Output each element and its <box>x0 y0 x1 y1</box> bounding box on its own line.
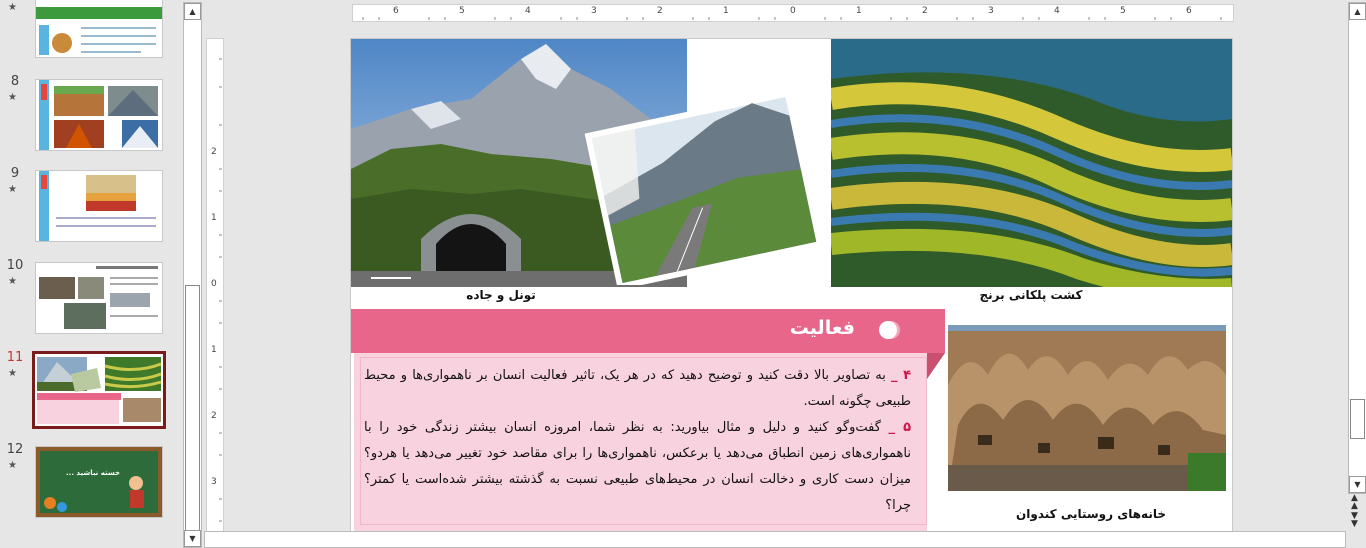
ruler-label: 3 <box>988 6 994 16</box>
ruler-label: 2 <box>657 6 663 16</box>
thumbnail-scrollbar[interactable]: ▲ ▼ <box>183 2 202 548</box>
previous-slide-icon[interactable]: ▲ ▲ <box>1351 494 1358 511</box>
ruler-label: 2 <box>211 411 217 421</box>
thumbnail-scroll-thumb[interactable] <box>185 285 200 533</box>
ruler-label: 0 <box>790 6 796 16</box>
horizontal-ruler[interactable]: 6 5 4 3 2 1 0 1 2 3 4 5 6 <box>352 4 1234 22</box>
rice-terraces-photo[interactable] <box>831 39 1232 287</box>
slide-number: 9 <box>10 166 20 181</box>
slide-thumbnail-11-selected[interactable] <box>32 351 166 429</box>
slide-thumbnail-8[interactable] <box>35 79 163 151</box>
caption-rice-terraces: کشت پلکانی برنج <box>979 288 1083 302</box>
ruler-label: 2 <box>922 6 928 16</box>
scroll-up-icon[interactable]: ▲ <box>184 3 201 20</box>
activity-item-5: ۵ _ گفت‌وگو کنید و دلیل و مثال بیاورید: … <box>364 415 911 519</box>
ruler-label: 2 <box>211 147 217 157</box>
slide-canvas[interactable]: تونل و جاده کشت پلکانی برنج فعالیت ۴ _ ب… <box>350 38 1233 535</box>
slide-number: 12 <box>6 442 24 457</box>
ruler-label: 1 <box>723 6 729 16</box>
scroll-up-icon[interactable]: ▲ <box>1349 3 1366 20</box>
slide-thumbnail-10[interactable] <box>35 262 163 334</box>
activity-banner: فعالیت <box>351 309 945 353</box>
slide-number: 10 <box>6 258 24 273</box>
caption-kandovan-village: خانه‌های روستایی کندوان <box>1016 507 1166 521</box>
activity-textbox[interactable]: ۴ _ به تصاویر بالا دقت کنید و توضیح دهید… <box>354 353 927 531</box>
thumb-12-text: خسته نباشید ... <box>66 469 121 477</box>
slide-star-icon: ★ <box>8 460 17 471</box>
ruler-label: 0 <box>211 279 217 289</box>
item-4-number: ۴ _ <box>891 368 911 383</box>
ruler-label: 6 <box>393 6 399 16</box>
slide-7-star-icon: ★ <box>8 2 17 13</box>
slide-thumbnail-9[interactable] <box>35 170 163 242</box>
slide-star-icon: ★ <box>8 92 17 103</box>
mountain-road-photo[interactable] <box>579 95 829 285</box>
slide-scroll-thumb[interactable] <box>1350 399 1365 439</box>
slide-thumbnail-12[interactable]: خسته نباشید ... <box>35 446 163 518</box>
activity-item-4: ۴ _ به تصاویر بالا دقت کنید و توضیح دهید… <box>364 363 911 415</box>
ruler-label: 4 <box>1054 6 1060 16</box>
slide-star-icon: ★ <box>8 368 17 379</box>
slide-thumbnail-panel: ★ 8 ★ 9 ★ 10 ★ 11 ★ 12 ★ خسته نباشید ... <box>0 0 180 548</box>
vertical-ruler[interactable]: 2 1 0 1 2 3 <box>206 38 224 532</box>
ruler-label: 6 <box>1186 6 1192 16</box>
ruler-label: 5 <box>1120 6 1126 16</box>
ruler-label: 1 <box>856 6 862 16</box>
activity-body-text: ۴ _ به تصاویر بالا دقت کنید و توضیح دهید… <box>364 363 911 519</box>
horizontal-scrollbar[interactable] <box>204 531 1346 548</box>
ruler-label: 3 <box>591 6 597 16</box>
caption-tunnel: تونل و جاده <box>466 288 536 302</box>
ruler-label: 3 <box>211 477 217 487</box>
slide-number: 8 <box>10 74 20 89</box>
slide-number: 11 <box>6 350 24 365</box>
item-5-text: گفت‌وگو کنید و دلیل و مثال بیاورید: به ن… <box>364 420 911 513</box>
slide-star-icon: ★ <box>8 276 17 287</box>
slide-scrollbar[interactable]: ▲ ▼ <box>1348 2 1366 494</box>
scroll-down-icon[interactable]: ▼ <box>184 530 201 547</box>
ruler-label: 5 <box>459 6 465 16</box>
activity-title: فعالیت <box>789 317 855 339</box>
slide-star-icon: ★ <box>8 184 17 195</box>
circle-bullet-icon <box>879 321 897 339</box>
next-slide-icon[interactable]: ▼ ▼ <box>1351 512 1358 529</box>
banner-fold-icon <box>927 353 945 379</box>
ruler-label: 4 <box>525 6 531 16</box>
kandovan-village-photo[interactable] <box>948 325 1226 491</box>
item-4-text: به تصاویر بالا دقت کنید و توضیح دهید که … <box>364 368 911 409</box>
item-5-number: ۵ _ <box>888 420 911 435</box>
ruler-label: 1 <box>211 345 217 355</box>
scroll-down-icon[interactable]: ▼ <box>1349 476 1366 493</box>
slide-thumbnail-7[interactable] <box>35 0 163 58</box>
ruler-label: 1 <box>211 213 217 223</box>
